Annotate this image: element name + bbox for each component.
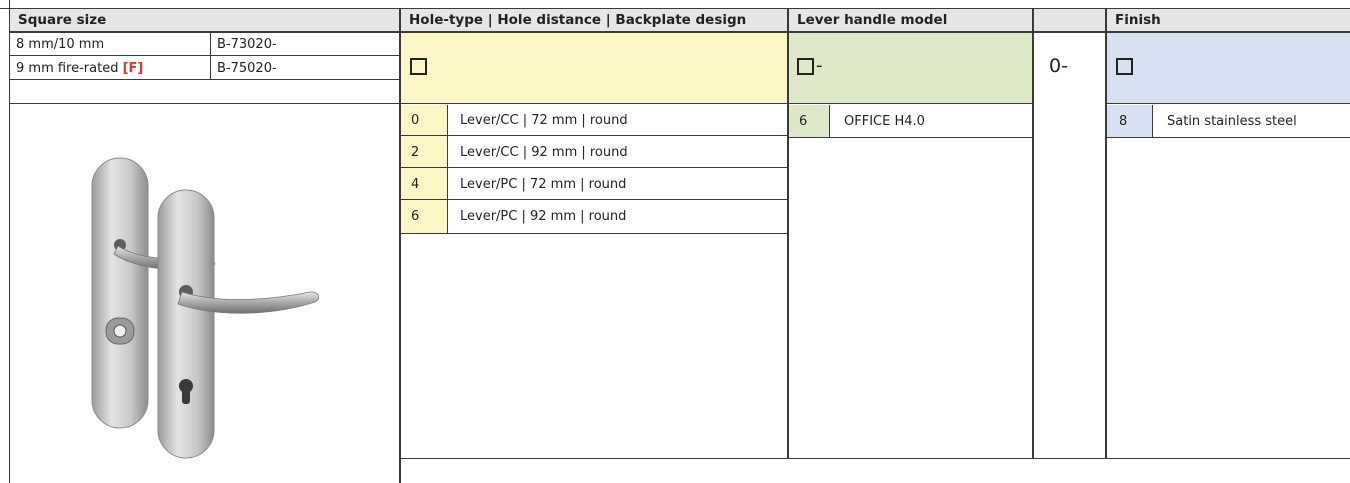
lever-label-office: OFFICE H4.0 xyxy=(838,105,1032,137)
finish-code-cell xyxy=(1107,33,1350,103)
hline-lever-1 xyxy=(789,137,1032,138)
hline-hole-2 xyxy=(401,167,787,168)
hline-bottom xyxy=(399,458,1350,459)
square-code-8-10-text: B-73020- xyxy=(217,36,277,52)
lever-code-6: 6 xyxy=(799,105,829,137)
header-lever-model-label: Lever handle model xyxy=(797,12,948,28)
hole-type-code-0: 0 xyxy=(411,105,447,135)
header-finish: Finish xyxy=(1107,9,1350,31)
front-plate xyxy=(157,189,215,459)
lever-handle-image xyxy=(91,157,319,459)
hole-type-code-box[interactable] xyxy=(410,58,427,75)
header-square-size: Square size xyxy=(10,9,399,31)
hline-codes-bottom-finish xyxy=(1105,103,1350,104)
hole-type-label-6-text: Lever/PC | 92 mm | round xyxy=(460,208,627,224)
hline-square-row1 xyxy=(10,55,399,56)
header-finish-label: Finish xyxy=(1115,12,1161,28)
keyhole-slot xyxy=(182,386,190,404)
lever-code-suffix: - xyxy=(816,55,823,76)
vline-finish-num xyxy=(1152,105,1153,137)
back-plate xyxy=(91,157,149,429)
finish-code-8: 8 xyxy=(1119,105,1152,137)
vline-hole-num xyxy=(447,105,448,233)
back-plate-cylinder-core xyxy=(113,324,127,338)
header-hole-type: Hole-type | Hole distance | Backplate de… xyxy=(401,9,787,31)
hline-square-bottom xyxy=(10,79,399,80)
hole-type-label-0: Lever/CC | 72 mm | round xyxy=(454,105,787,135)
square-code-9-fire: B-75020- xyxy=(211,57,399,79)
square-code-8-10: B-73020- xyxy=(211,33,399,55)
hline-header-bottom xyxy=(10,31,1350,33)
square-size-9-fire-text: 9 mm fire-rated xyxy=(16,60,123,76)
hline-hole-1 xyxy=(401,135,787,136)
hole-type-code-4-text: 4 xyxy=(411,176,420,192)
square-size-8-10-text: 8 mm/10 mm xyxy=(16,36,105,52)
hole-type-code-0-text: 0 xyxy=(411,112,420,128)
hline-hole-4 xyxy=(401,233,787,234)
hline-codes-bottom xyxy=(10,103,1032,104)
lever-code-6-text: 6 xyxy=(799,113,808,129)
hole-type-label-2-text: Lever/CC | 92 mm | round xyxy=(460,144,628,160)
hole-type-label-6: Lever/PC | 92 mm | round xyxy=(454,201,787,231)
finish-code-box[interactable] xyxy=(1116,58,1133,75)
vline-image-right xyxy=(399,9,401,483)
vline-lever-num xyxy=(829,105,830,137)
hole-type-code-4: 4 xyxy=(411,169,447,199)
square-size-8-10: 8 mm/10 mm xyxy=(10,33,210,55)
square-code-9-fire-text: B-75020- xyxy=(217,60,277,76)
square-size-9-fire: 9 mm fire-rated [F] xyxy=(10,57,210,79)
hole-type-code-cell xyxy=(401,33,787,103)
hole-type-label-4-text: Lever/PC | 72 mm | round xyxy=(460,176,627,192)
finish-code-8-text: 8 xyxy=(1119,113,1128,129)
vline-square-code xyxy=(210,33,211,79)
lever-code-cell xyxy=(789,33,1032,103)
header-hole-type-label: Hole-type | Hole distance | Backplate de… xyxy=(409,12,747,28)
fire-rated-badge: [F] xyxy=(122,60,144,76)
hline-hole-3 xyxy=(401,199,787,200)
hole-type-code-2-text: 2 xyxy=(411,144,420,160)
header-blank xyxy=(1034,9,1105,31)
lever-code-box[interactable] xyxy=(797,58,814,75)
vline-lever-right xyxy=(1032,9,1034,458)
header-lever-model: Lever handle model xyxy=(789,9,1032,31)
hole-type-label-4: Lever/PC | 72 mm | round xyxy=(454,169,787,199)
finish-label-satin: Satin stainless steel xyxy=(1161,105,1350,137)
hole-type-code-2: 2 xyxy=(411,137,447,167)
hole-type-label-2: Lever/CC | 92 mm | round xyxy=(454,137,787,167)
vline-hole-right xyxy=(787,9,789,458)
hole-type-label-0-text: Lever/CC | 72 mm | round xyxy=(460,112,628,128)
hline-finish-1 xyxy=(1107,137,1350,138)
vline-middle-right xyxy=(1105,9,1107,458)
hole-type-code-6: 6 xyxy=(411,201,447,231)
lever-label-office-text: OFFICE H4.0 xyxy=(844,113,925,129)
header-square-size-label: Square size xyxy=(18,12,107,28)
finish-label-satin-text: Satin stainless steel xyxy=(1167,113,1297,129)
hole-type-code-6-text: 6 xyxy=(411,208,420,224)
middle-code-text: 0- xyxy=(1049,55,1068,77)
